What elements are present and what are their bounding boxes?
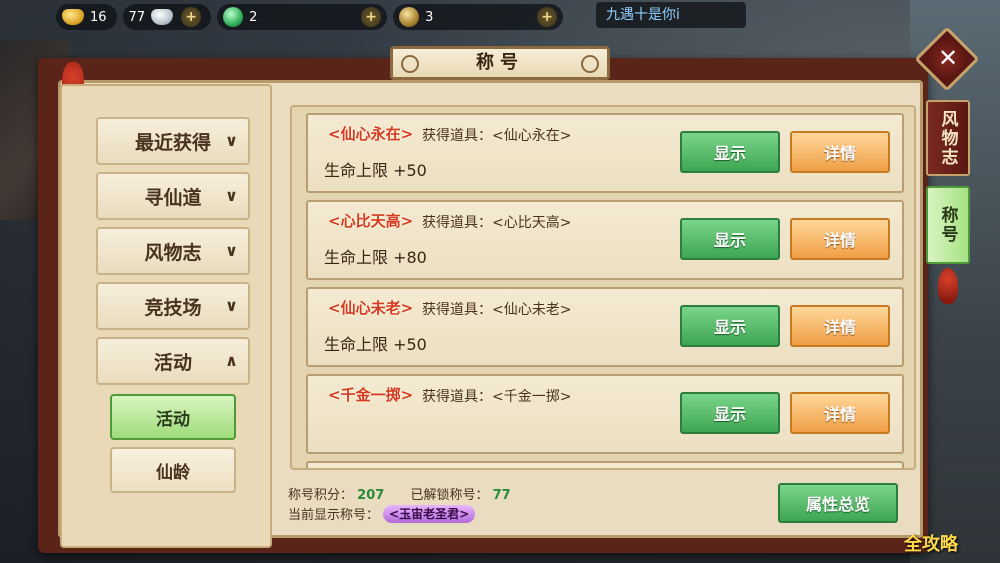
title-tag: <仙心未老> xyxy=(328,299,414,317)
show-button[interactable]: 显示 xyxy=(680,392,780,434)
silver-amount: 77 xyxy=(128,9,146,25)
add-bag-button[interactable]: + xyxy=(537,7,558,27)
title-source: 获得道具：<心比天高> xyxy=(422,215,572,231)
current-title-line: 当前显示称号： <玉宙老圣君> xyxy=(288,504,476,523)
title-tag: <仙心永在> xyxy=(328,125,414,143)
subcategory-age[interactable]: 仙龄 xyxy=(110,447,236,493)
gold-ingot-icon xyxy=(62,9,84,25)
chevron-up-icon: ∧ xyxy=(225,351,238,370)
close-icon[interactable]: ✕ xyxy=(934,44,962,72)
category-fengwuzhi[interactable]: 风物志 ∨ xyxy=(96,227,250,275)
title-source: 获得道具：<千金一掷> xyxy=(422,389,572,405)
title-row: <心比天高> 获得道具：<心比天高> 生命上限 +80 显示 详情 xyxy=(306,200,904,280)
title-row: <仙心未老> 获得道具：<仙心未老> 生命上限 +50 显示 详情 xyxy=(306,287,904,367)
chevron-down-icon: ∨ xyxy=(225,296,238,315)
title-stat: 生命上限 +50 xyxy=(324,335,427,354)
category-label: 风物志 xyxy=(144,241,202,264)
watermark-logo: 全攻略 xyxy=(904,534,958,555)
silver-currency: 77 + xyxy=(122,4,212,30)
category-label: 最近获得 xyxy=(134,131,211,154)
show-button[interactable]: 显示 xyxy=(680,218,780,260)
chevron-down-icon: ∨ xyxy=(225,241,238,260)
title-source: 获得道具：<仙心未老> xyxy=(422,302,572,318)
title-source: 获得道具：<仙心永在> xyxy=(422,128,572,144)
unlocked-value: 77 xyxy=(492,488,511,503)
title-tag: <心比天高> xyxy=(328,212,414,230)
title-tag: <千金一掷> xyxy=(328,386,414,404)
detail-button[interactable]: 详情 xyxy=(790,218,890,260)
title-score-line: 称号积分： 207 已解锁称号： 77 xyxy=(288,484,511,503)
title-row: <千金一掷> 获得道具：<千金一掷> 显示 详情 xyxy=(306,374,904,454)
bag-currency: 3 + xyxy=(393,4,564,30)
current-title-badge: <玉宙老圣君> xyxy=(383,504,476,523)
jade-amount: 2 xyxy=(249,9,258,25)
gold-amount: 16 xyxy=(90,9,107,25)
title-stat: 生命上限 +50 xyxy=(324,161,427,180)
chevron-down-icon: ∨ xyxy=(225,131,238,150)
chat-ticker[interactable]: 九遇十是你i xyxy=(596,2,746,28)
money-bag-icon xyxy=(399,7,420,27)
title-stat: 生命上限 +80 xyxy=(324,248,427,267)
attribute-overview-button[interactable]: 属性总览 xyxy=(778,483,898,523)
detail-button[interactable]: 详情 xyxy=(790,305,890,347)
title-list[interactable]: <仙心永在> 获得道具：<仙心永在> 生命上限 +50 显示 详情 <心比天高>… xyxy=(290,105,916,470)
category-arena[interactable]: 竞技场 ∨ xyxy=(96,282,250,330)
currency-bar: 16 77 + 2 + 3 + xyxy=(56,2,569,32)
unlocked-label: 已解锁称号： xyxy=(410,488,489,503)
category-label: 寻仙道 xyxy=(144,186,202,209)
category-events[interactable]: 活动 ∧ xyxy=(96,337,250,385)
chevron-down-icon: ∨ xyxy=(225,186,238,205)
show-button[interactable]: 显示 xyxy=(680,131,780,173)
gold-currency: 16 xyxy=(56,4,117,30)
show-button[interactable]: 显示 xyxy=(680,305,780,347)
current-title-label: 当前显示称号： xyxy=(288,508,380,523)
knot-decoration xyxy=(938,268,958,304)
tab-fengwuzhi[interactable]: 风物志 xyxy=(926,100,970,176)
jade-icon xyxy=(223,7,244,27)
add-jade-button[interactable]: + xyxy=(361,7,382,27)
silver-ingot-icon xyxy=(151,9,174,25)
score-label: 称号积分： xyxy=(288,488,354,503)
add-currency-button[interactable]: + xyxy=(181,7,202,27)
panel-title: 称号 xyxy=(390,46,610,80)
title-row-partial xyxy=(306,461,904,468)
category-label: 竞技场 xyxy=(144,296,202,319)
title-row: <仙心永在> 获得道具：<仙心永在> 生命上限 +50 显示 详情 xyxy=(306,113,904,193)
jade-currency: 2 + xyxy=(217,4,388,30)
detail-button[interactable]: 详情 xyxy=(790,131,890,173)
subcategory-events[interactable]: 活动 xyxy=(110,394,236,440)
category-xunxiandao[interactable]: 寻仙道 ∨ xyxy=(96,172,250,220)
category-label: 活动 xyxy=(153,351,192,374)
detail-button[interactable]: 详情 xyxy=(790,392,890,434)
tab-titles[interactable]: 称号 xyxy=(926,186,970,264)
bag-amount: 3 xyxy=(425,9,434,25)
category-recent[interactable]: 最近获得 ∨ xyxy=(96,117,250,165)
score-value: 207 xyxy=(357,488,385,503)
